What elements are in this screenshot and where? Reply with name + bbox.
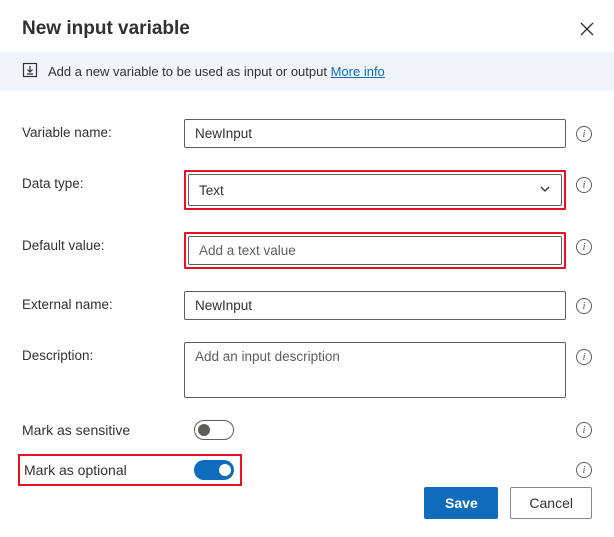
save-button[interactable]: Save [424,487,498,519]
data-type-highlight: Text [184,170,566,210]
close-icon[interactable] [580,22,594,36]
mark-sensitive-toggle[interactable] [194,420,234,440]
data-type-select[interactable]: Text [188,174,562,206]
variable-name-input[interactable] [184,119,566,148]
external-name-input[interactable] [184,291,566,320]
variable-name-label: Variable name: [22,119,184,140]
row-variable-name: Variable name: i [22,119,592,148]
banner-text: Add a new variable to be used as input o… [48,64,385,79]
info-icon[interactable]: i [576,462,592,478]
data-type-value: Text [199,183,224,198]
info-icon[interactable]: i [576,298,592,314]
row-description: Description: i [22,342,592,398]
mark-optional-toggle[interactable] [194,460,234,480]
row-mark-sensitive: Mark as sensitive i [22,420,592,440]
row-mark-optional: Mark as optional i [22,454,592,486]
info-icon[interactable]: i [576,126,592,142]
more-info-link[interactable]: More info [331,64,385,79]
default-value-highlight [184,232,566,269]
row-external-name: External name: i [22,291,592,320]
description-label: Description: [22,342,184,363]
default-value-label: Default value: [22,232,184,253]
form: Variable name: i Data type: Text i Defau… [0,91,614,496]
mark-optional-highlight: Mark as optional [18,454,242,486]
mark-sensitive-label: Mark as sensitive [22,422,130,438]
info-icon[interactable]: i [576,177,592,193]
info-icon[interactable]: i [576,422,592,438]
mark-optional-label: Mark as optional [24,462,174,478]
cancel-button[interactable]: Cancel [510,487,592,519]
row-data-type: Data type: Text i [22,170,592,210]
row-default-value: Default value: i [22,232,592,269]
info-icon[interactable]: i [576,349,592,365]
description-input[interactable] [184,342,566,398]
dialog-header: New input variable [0,0,614,52]
info-icon[interactable]: i [576,239,592,255]
info-banner: Add a new variable to be used as input o… [0,52,614,91]
data-type-label: Data type: [22,170,184,191]
default-value-input[interactable] [188,236,562,265]
dialog-footer: Save Cancel [424,487,592,519]
external-name-label: External name: [22,291,184,312]
dialog-title: New input variable [22,18,190,40]
download-variable-icon [22,62,38,81]
chevron-down-icon [539,183,551,198]
